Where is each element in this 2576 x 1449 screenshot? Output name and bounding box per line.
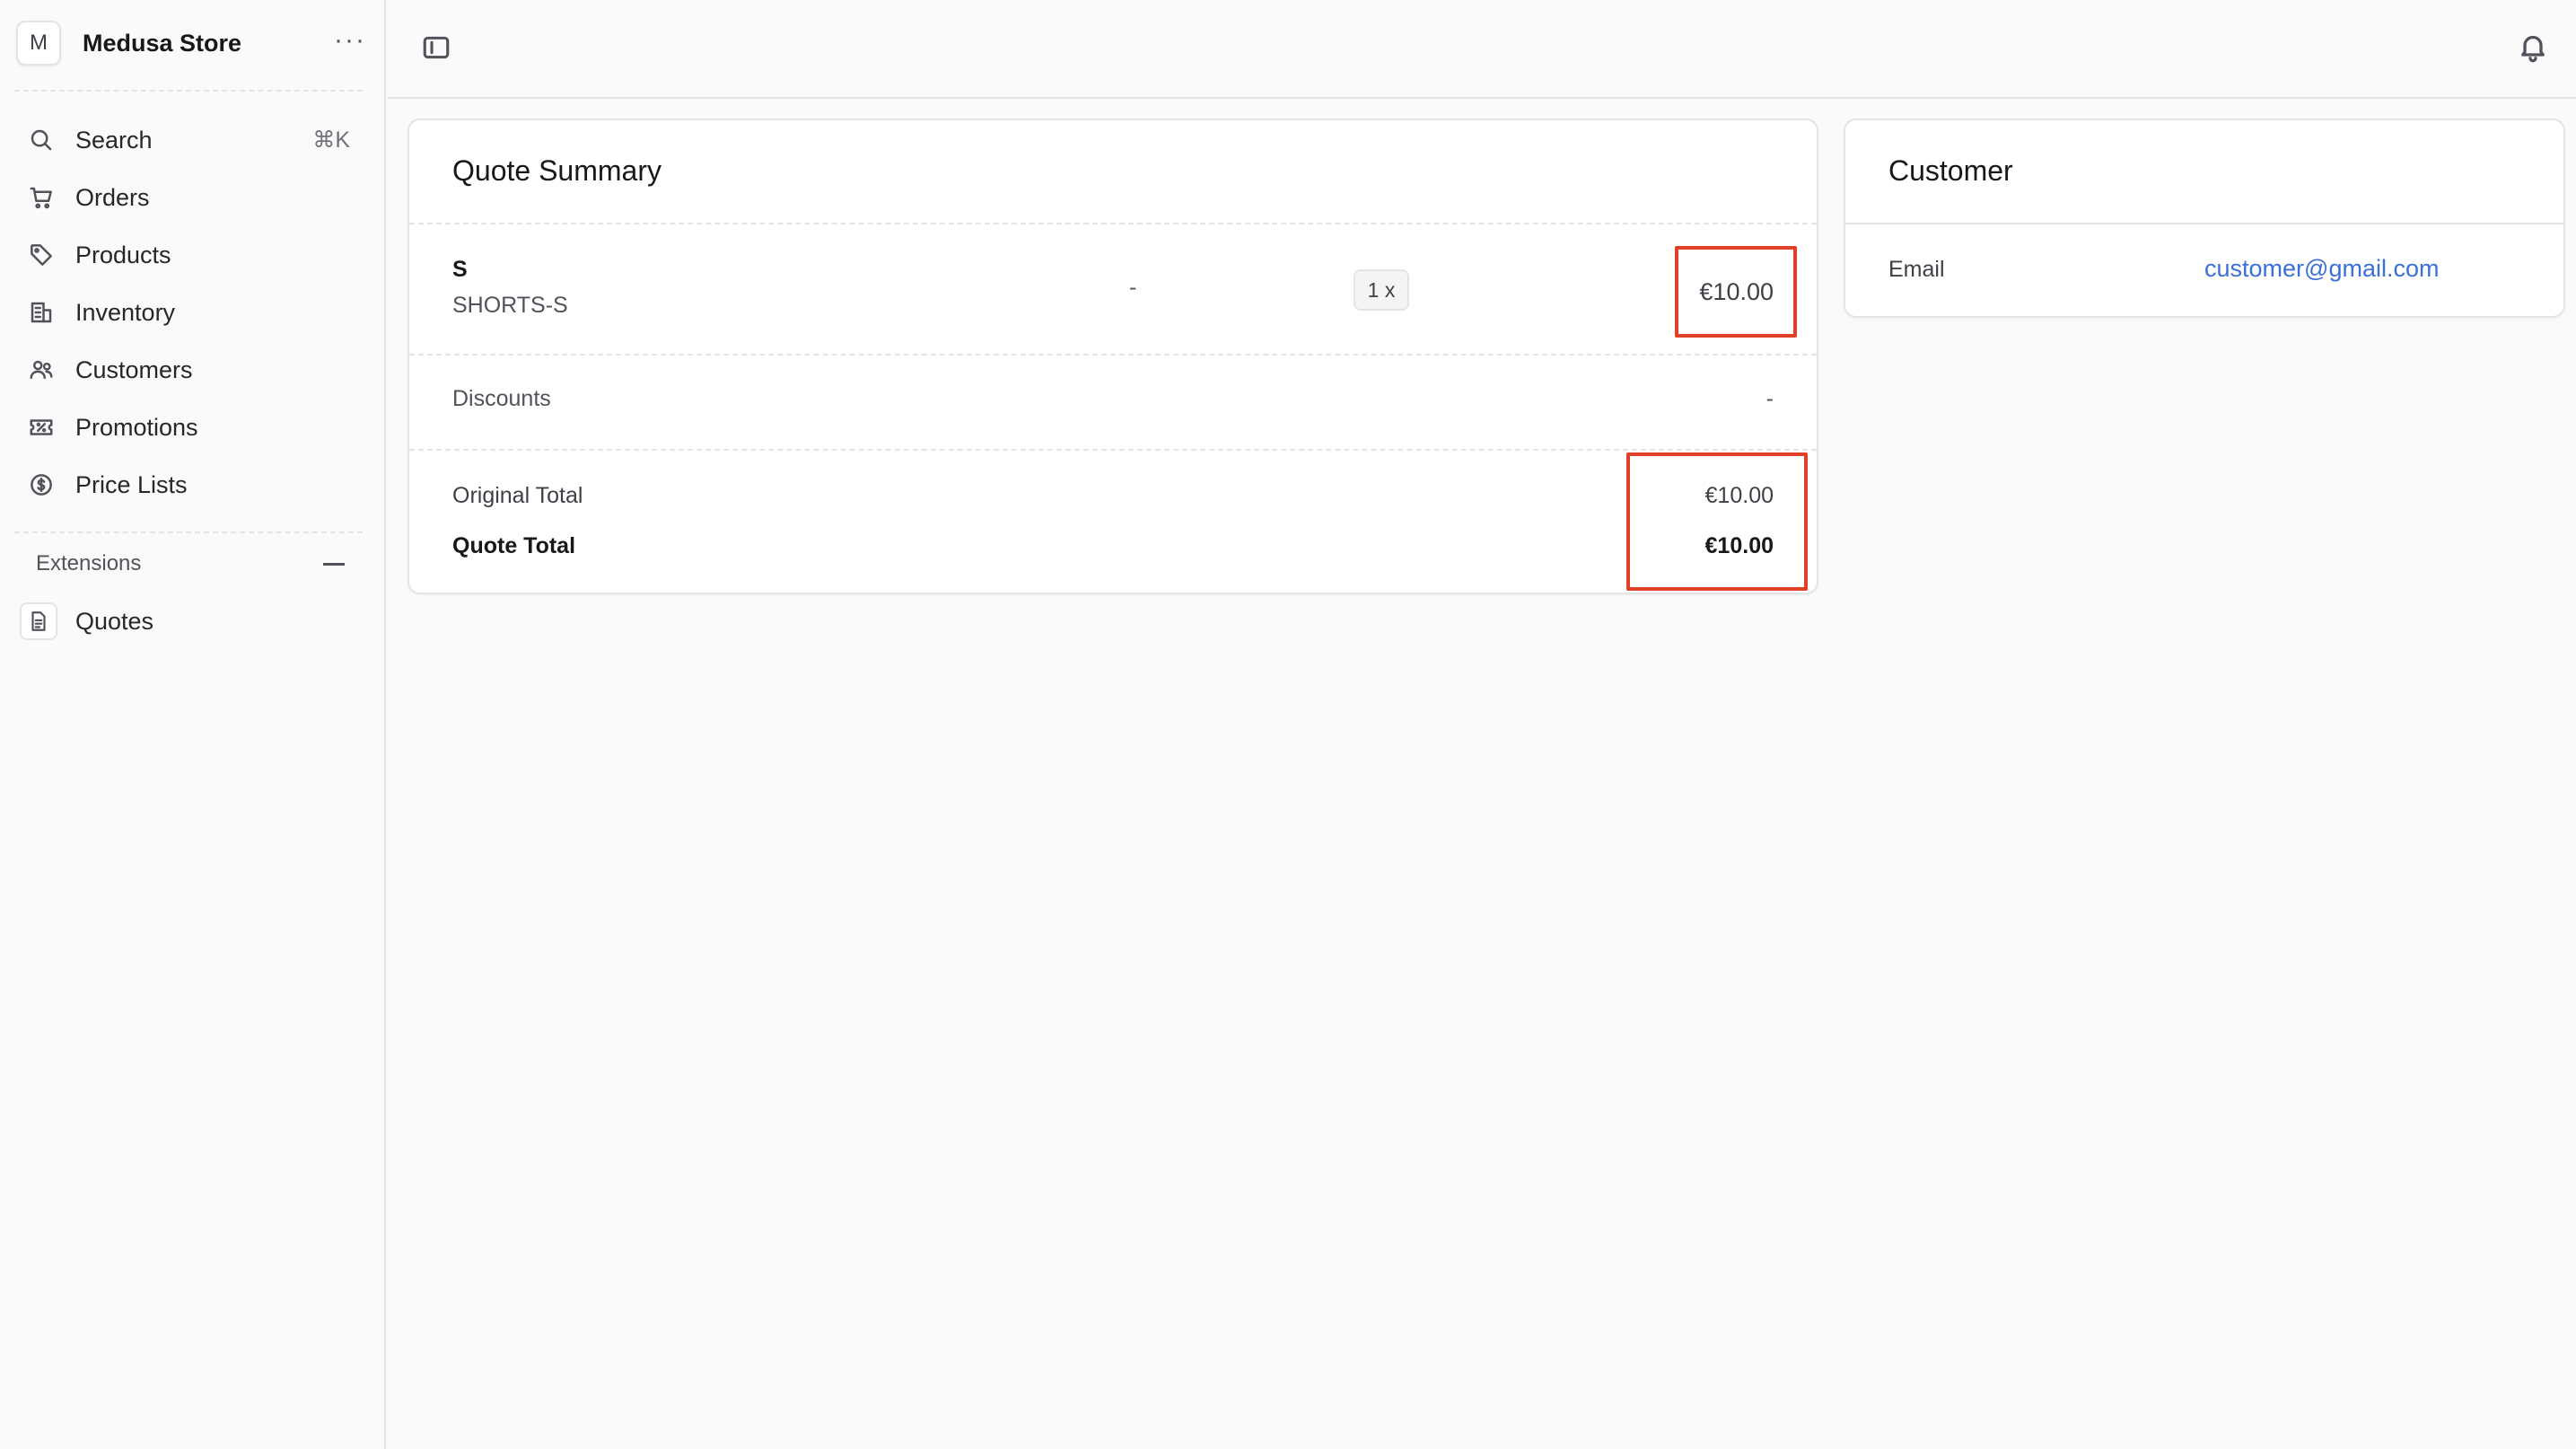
card-title: Customer (1888, 154, 2013, 187)
sidebar-item-label: Promotions (75, 413, 198, 441)
line-item-title: S (452, 257, 468, 282)
bell-icon[interactable] (2517, 31, 2549, 63)
sidebar-item-inventory[interactable]: Inventory (0, 284, 386, 341)
highlight-box (1626, 452, 1808, 591)
buildings-icon (27, 298, 56, 327)
sidebar-item-label: Inventory (75, 298, 176, 326)
row-divider (409, 354, 1817, 356)
sidebar-item-promotions[interactable]: Promotions (0, 399, 386, 456)
top-bar (388, 0, 2576, 99)
card-title: Quote Summary (452, 154, 662, 187)
search-shortcut: ⌘K (312, 127, 350, 153)
line-item-sku: SHORTS-S (452, 293, 568, 318)
collapse-icon[interactable] (323, 562, 345, 566)
quote-summary-card: Quote Summary S SHORTS-S - 1 x €10.00 Di… (407, 119, 1818, 594)
sidebar-toggle-icon[interactable] (420, 32, 452, 63)
main-nav: Search ⌘K Orders Products Inventory Cust… (0, 111, 386, 514)
sidebar-item-label: Products (75, 241, 171, 268)
sidebar-item-label: Customers (75, 356, 193, 383)
sidebar-item-label: Search (75, 126, 153, 154)
cart-icon (27, 183, 56, 212)
customer-card: Customer Email customer@gmail.com (1844, 119, 2565, 318)
sidebar-item-price-lists[interactable]: Price Lists (0, 456, 386, 514)
sidebar-item-quotes[interactable]: Quotes (20, 596, 153, 646)
sidebar-item-label: Price Lists (75, 470, 188, 498)
sidebar: M Medusa Store ··· Search ⌘K Orders Prod… (0, 0, 386, 1449)
store-switcher[interactable]: M Medusa Store ··· (16, 20, 366, 66)
customer-email-link[interactable]: customer@gmail.com (2204, 255, 2439, 283)
quote-total-label: Quote Total (452, 533, 576, 558)
extensions-section-header[interactable]: Extensions (36, 551, 345, 576)
sidebar-item-customers[interactable]: Customers (0, 341, 386, 399)
sidebar-divider (14, 90, 363, 92)
sidebar-item-label: Orders (75, 183, 150, 211)
sidebar-item-label: Quotes (75, 607, 154, 635)
quantity-badge: 1 x (1354, 269, 1409, 311)
extensions-heading: Extensions (36, 551, 142, 575)
store-name: Medusa Store (83, 29, 242, 57)
sidebar-item-orders[interactable]: Orders (0, 169, 386, 226)
receipt-percent-icon (27, 413, 56, 442)
discounts-label: Discounts (452, 386, 551, 411)
sidebar-divider (14, 531, 363, 533)
row-divider (1845, 223, 2563, 224)
row-divider (409, 223, 1817, 224)
line-item-variant: - (1129, 275, 1137, 300)
line-item-price: €10.00 (1699, 278, 1774, 305)
more-options-icon[interactable]: ··· (334, 25, 366, 56)
discounts-value: - (1766, 386, 1774, 411)
document-icon (20, 602, 57, 640)
sidebar-item-products[interactable]: Products (0, 226, 386, 284)
store-avatar: M (16, 21, 61, 66)
quote-total-value: €10.00 (1704, 533, 1774, 558)
currency-dollar-icon (27, 470, 56, 499)
tag-icon (27, 241, 56, 269)
sidebar-item-search[interactable]: Search ⌘K (0, 111, 386, 169)
original-total-value: €10.00 (1704, 483, 1774, 508)
users-icon (27, 356, 56, 384)
email-label: Email (1888, 257, 1945, 282)
search-icon (27, 126, 56, 154)
original-total-label: Original Total (452, 483, 583, 508)
row-divider (409, 449, 1817, 451)
